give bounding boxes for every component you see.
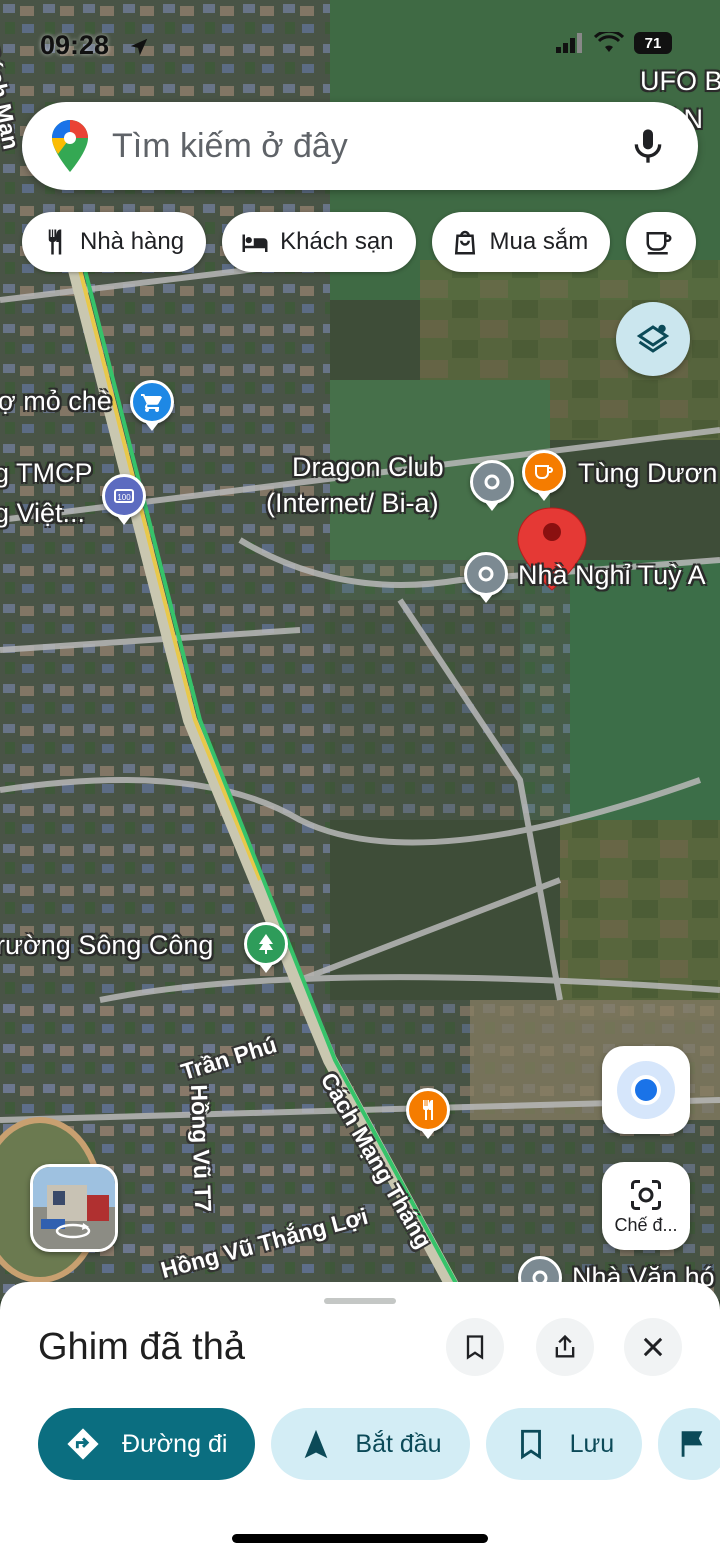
- home-indicator: [232, 1534, 488, 1543]
- google-maps-logo-icon: [52, 120, 88, 172]
- map-label-bank-1[interactable]: g TMCP: [0, 458, 93, 489]
- fork-knife-icon: [48, 229, 62, 255]
- save-button[interactable]: Lưu: [485, 1408, 643, 1480]
- map-label-cho-mo-che[interactable]: ợ mỏ chè: [0, 386, 112, 417]
- category-chips: Nhà hàng Khách sạn Mua sắm: [22, 212, 697, 272]
- map-label-truong-song-cong[interactable]: rường Sông Công: [0, 930, 213, 961]
- battery-icon: 71: [634, 32, 672, 54]
- atm-poi-icon[interactable]: 100: [102, 474, 146, 518]
- svg-text:100: 100: [117, 493, 131, 502]
- chip-coffee[interactable]: [626, 212, 697, 272]
- map-label-dragon-club-1[interactable]: Dragon Club: [292, 452, 444, 483]
- bottom-sheet[interactable]: Ghim đã thả Đường đi Bắt đầu Lưu: [0, 1282, 720, 1559]
- search-input[interactable]: Tìm kiếm ở đây: [112, 127, 628, 166]
- start-button[interactable]: Bắt đầu: [271, 1408, 470, 1480]
- my-location-button[interactable]: [602, 1046, 690, 1134]
- microphone-icon[interactable]: [628, 126, 668, 166]
- cellular-signal-icon: [556, 33, 582, 53]
- layers-button[interactable]: [616, 302, 690, 376]
- map-label-dragon-club-2[interactable]: (Internet/ Bi-a): [266, 488, 439, 519]
- sheet-title: Ghim đã thả: [38, 1326, 245, 1368]
- chip-hotels[interactable]: Khách sạn: [222, 212, 416, 272]
- lens-mode-button[interactable]: Chế đ...: [602, 1162, 690, 1250]
- bookmark-icon: [466, 1335, 484, 1360]
- camera-lens-icon: [631, 1179, 661, 1210]
- chip-restaurants-label: Nhà hàng: [80, 228, 185, 255]
- shopping-poi-icon[interactable]: [130, 380, 174, 424]
- lens-mode-label: Chế đ...: [614, 1214, 678, 1235]
- place-poi-icon[interactable]: [470, 460, 514, 504]
- flag-icon: [681, 1431, 703, 1457]
- park-poi-icon[interactable]: [244, 922, 288, 966]
- wifi-icon: [594, 32, 624, 52]
- guesthouse-poi-icon[interactable]: [464, 552, 508, 596]
- street-label-hong-vu-t7: Hồng Vũ T7: [186, 1084, 217, 1213]
- map-label-ufo: UFO B: [640, 66, 720, 96]
- coffee-cup-icon: [646, 232, 672, 255]
- 360-rotate-icon: [55, 1223, 91, 1239]
- chip-hotels-label: Khách sạn: [280, 228, 394, 255]
- close-icon: [643, 1337, 663, 1357]
- directions-label: Đường đi: [122, 1429, 228, 1458]
- navigation-arrow-icon: [305, 1429, 328, 1459]
- directions-button[interactable]: Đường đi: [38, 1408, 256, 1480]
- sheet-drag-handle[interactable]: [324, 1298, 396, 1304]
- layers-icon: [636, 324, 670, 353]
- more-flag-button[interactable]: [658, 1408, 720, 1480]
- map-label-nha-nghi[interactable]: Nhà Nghỉ Tuỳ A: [518, 560, 706, 591]
- close-button[interactable]: [624, 1318, 682, 1376]
- status-icons: 71: [556, 32, 672, 54]
- action-buttons: Đường đi Bắt đầu Lưu: [38, 1408, 720, 1480]
- map-label-bank-2[interactable]: g Việt...: [0, 498, 85, 529]
- directions-icon: [67, 1428, 99, 1460]
- status-time: 09:28: [40, 30, 110, 60]
- share-icon: [555, 1334, 575, 1358]
- chip-shopping[interactable]: Mua sắm: [431, 212, 611, 272]
- bookmark-outline-icon: [520, 1429, 541, 1460]
- chip-shopping-label: Mua sắm: [489, 228, 589, 255]
- bed-icon: [242, 234, 268, 252]
- location-arrow-icon: [130, 38, 148, 56]
- share-button[interactable]: [536, 1318, 594, 1376]
- start-label: Bắt đầu: [355, 1429, 442, 1458]
- battery-level: 71: [644, 34, 662, 52]
- save-label: Lưu: [569, 1429, 615, 1458]
- street-view-thumbnail[interactable]: [30, 1164, 118, 1252]
- shopping-bag-icon: [454, 230, 475, 255]
- search-bar[interactable]: Tìm kiếm ở đây: [22, 102, 698, 190]
- restaurant-poi-icon[interactable]: [406, 1088, 450, 1132]
- location-dot-icon: [631, 1075, 661, 1105]
- cafe-poi-icon[interactable]: [522, 450, 566, 494]
- chip-restaurants[interactable]: Nhà hàng: [22, 212, 207, 272]
- save-bookmark-button[interactable]: [446, 1318, 504, 1376]
- map-label-tung-duong[interactable]: Tùng Dươn: [578, 458, 717, 489]
